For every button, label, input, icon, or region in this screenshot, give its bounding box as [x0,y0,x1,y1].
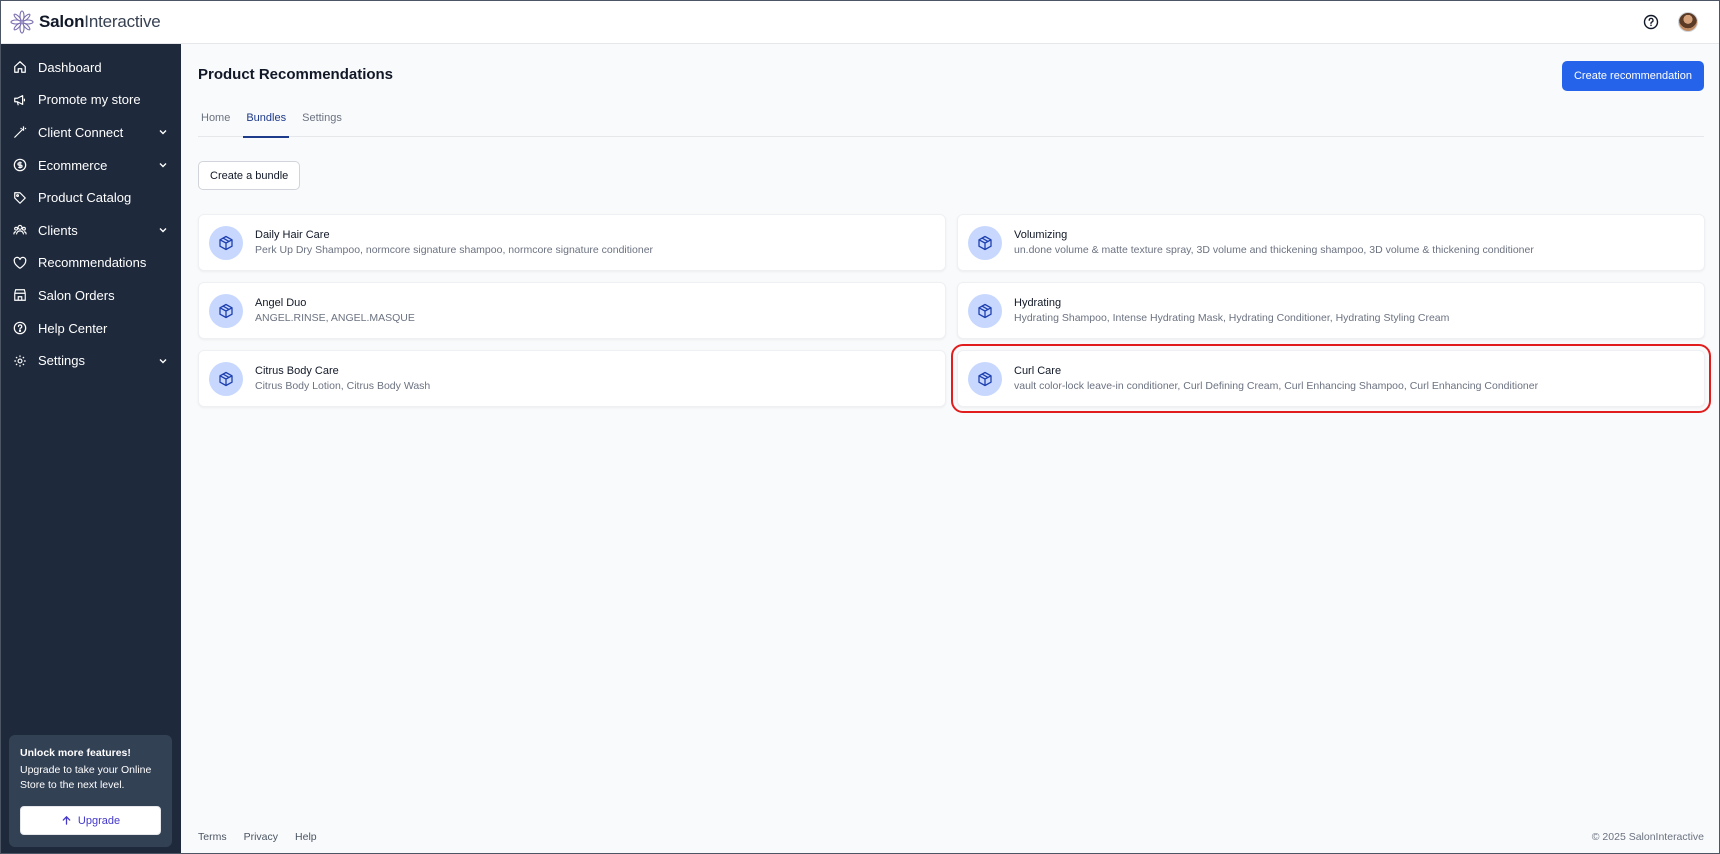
bundle-products: Citrus Body Lotion, Citrus Body Wash [255,379,431,392]
sidebar: Dashboard Promote my store Client Connec… [0,44,181,854]
bundle-card-curl-care[interactable]: Curl Care vault color-lock leave-in condi… [951,344,1711,413]
upgrade-button[interactable]: Upgrade [20,806,161,835]
bundle-name: Angel Duo [255,296,307,309]
megaphone-icon [12,92,28,108]
sidebar-item-label: Ecommerce [38,157,108,173]
sidebar-item-label: Product Catalog [38,190,132,206]
sidebar-item-label: Dashboard [38,59,102,75]
bundle-name: Curl Care [1014,364,1062,377]
sidebar-item-label: Recommendations [38,255,147,271]
footer-link-terms[interactable]: Terms [198,831,227,843]
sidebar-item-promote-my-store[interactable]: Promote my store [0,84,181,117]
sidebar-item-client-connect[interactable]: Client Connect [0,116,181,149]
footer-links: Terms Privacy Help [198,831,317,843]
bundle-name: Volumizing [1014,228,1068,241]
sidebar-item-product-catalog[interactable]: Product Catalog [0,181,181,214]
users-icon [12,222,28,238]
bundle-card-hydrating[interactable]: Hydrating Hydrating Shampoo, Intense Hydr… [957,282,1705,339]
chevron-down-icon [157,159,169,171]
bundle-products: ANGEL.RINSE, ANGEL.MASQUE [255,311,415,324]
bundle-card-daily-hair-care[interactable]: Daily Hair Care Perk Up Dry Shampoo, norm… [198,214,946,271]
package-icon [209,293,243,328]
package-icon [209,225,243,260]
sidebar-item-ecommerce[interactable]: Ecommerce [0,149,181,182]
top-bar-actions [1642,11,1698,32]
home-icon [12,59,28,75]
sidebar-item-label: Settings [38,353,85,369]
brand-name: SalonInteractive [39,11,161,31]
chevron-down-icon [157,126,169,138]
tab-bar: Home Bundles Settings [198,98,1704,138]
footer-link-privacy[interactable]: Privacy [244,831,278,843]
arrow-up-icon [62,815,71,825]
sidebar-item-help-center[interactable]: Help Center [0,312,181,345]
bundle-card-citrus-body-care[interactable]: Citrus Body Care Citrus Body Lotion, Citr… [198,350,946,407]
upgrade-description: Upgrade to take your Online Store to the… [20,764,152,791]
package-icon [968,225,1002,260]
tag-icon [12,190,28,206]
upgrade-card: Unlock more features! Upgrade to take yo… [9,735,172,847]
package-icon [968,361,1002,396]
sidebar-item-label: Help Center [38,320,108,336]
sidebar-item-settings[interactable]: Settings [0,344,181,377]
copyright: © 2025 SalonInteractive [1591,831,1704,843]
tab-bundles[interactable]: Bundles [243,98,289,138]
wand-icon [12,124,28,140]
sidebar-item-clients[interactable]: Clients [0,214,181,247]
sidebar-item-salon-orders[interactable]: Salon Orders [0,279,181,312]
sidebar-item-dashboard[interactable]: Dashboard [0,51,181,84]
bundle-card-angel-duo[interactable]: Angel Duo ANGEL.RINSE, ANGEL.MASQUE [198,282,946,339]
top-bar: SalonInteractive [0,0,1720,44]
logo-flower-icon [10,9,34,34]
bundle-products: Hydrating Shampoo, Intense Hydrating Mas… [1014,311,1450,324]
bundle-products: un.done volume & matte texture spray, 3D… [1014,243,1534,256]
package-icon [968,293,1002,328]
heart-icon [12,255,28,271]
sidebar-item-label: Promote my store [38,92,141,108]
sidebar-item-recommendations[interactable]: Recommendations [0,247,181,280]
upgrade-title: Unlock more features! [20,747,131,759]
sidebar-item-label: Salon Orders [38,287,115,303]
create-bundle-button[interactable]: Create a bundle [198,161,301,190]
bundle-card-volumizing[interactable]: Volumizing un.done volume & matte texture… [957,214,1705,271]
sidebar-nav: Dashboard Promote my store Client Connec… [0,44,181,377]
package-icon [209,361,243,396]
dollar-circle-icon [12,157,28,173]
help-circle-icon [12,320,28,336]
footer: Terms Privacy Help © 2025 SalonInteracti… [181,820,1720,854]
bundle-grid: Daily Hair Care Perk Up Dry Shampoo, norm… [198,214,1711,413]
sidebar-item-label: Clients [38,222,78,238]
bundle-products: Perk Up Dry Shampoo, normcore signature … [255,243,654,256]
create-recommendation-button[interactable]: Create recommendation [1561,61,1704,91]
gear-icon [12,353,28,369]
sidebar-item-label: Client Connect [38,124,124,140]
footer-link-help[interactable]: Help [295,831,317,843]
upgrade-button-label: Upgrade [77,814,121,827]
store-icon [12,287,28,303]
bundle-name: Citrus Body Care [255,364,339,377]
chevron-down-icon [157,224,169,236]
page-title: Product Recommendations [198,66,394,83]
bundle-products: vault color-lock leave-in conditioner, C… [1014,379,1539,392]
tab-settings[interactable]: Settings [299,98,345,137]
tab-home[interactable]: Home [198,98,233,137]
bundle-name: Daily Hair Care [255,228,330,241]
help-circle-icon[interactable] [1642,13,1660,31]
main-content: Product Recommendations Create recommend… [181,44,1720,854]
user-avatar[interactable] [1678,11,1698,32]
chevron-down-icon [157,355,169,367]
bundle-name: Hydrating [1014,296,1062,309]
brand-logo[interactable]: SalonInteractive [10,9,161,34]
